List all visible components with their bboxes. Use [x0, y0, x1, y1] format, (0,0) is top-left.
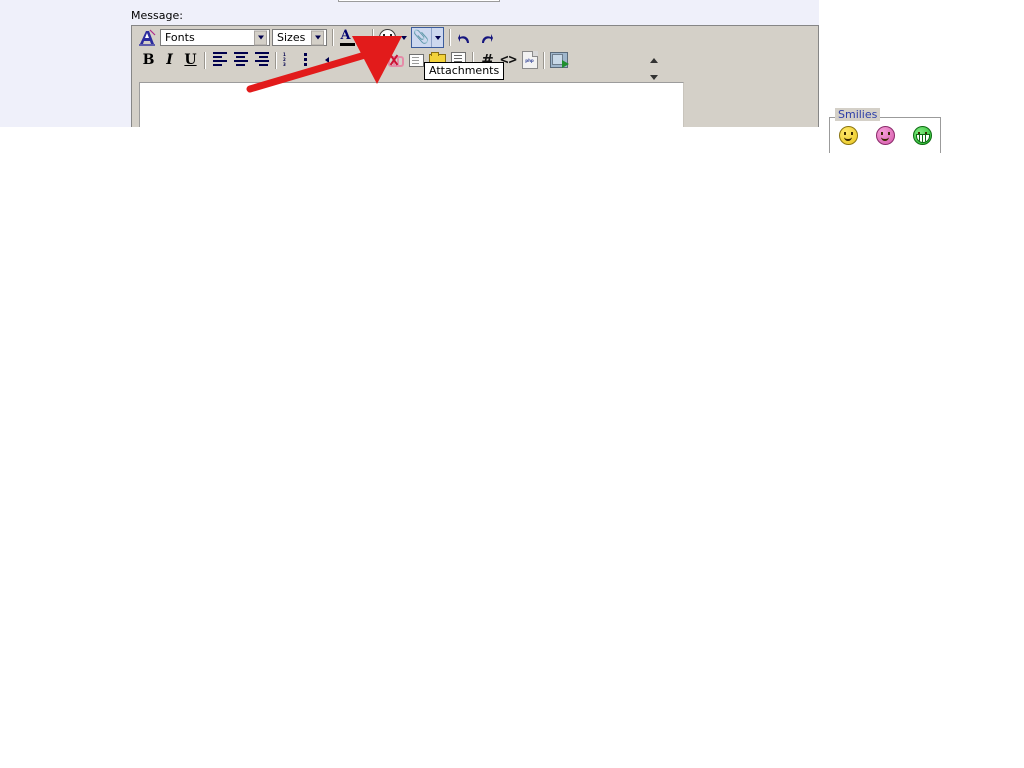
- remove-link-button[interactable]: [385, 50, 406, 70]
- align-right-icon: [254, 52, 269, 68]
- insert-link-button[interactable]: [364, 50, 385, 71]
- image-icon: [549, 52, 569, 68]
- toolbar-separator: [275, 51, 277, 69]
- align-center-icon: [233, 52, 248, 68]
- undo-icon: [457, 33, 469, 43]
- underline-button[interactable]: U: [180, 50, 201, 70]
- align-center-button[interactable]: [230, 50, 251, 70]
- smilies-list: [839, 126, 932, 145]
- align-left-icon: [212, 52, 227, 68]
- bold-label: B: [142, 52, 155, 68]
- above-field-input[interactable]: [338, 0, 500, 2]
- bold-button[interactable]: B: [138, 50, 159, 70]
- smiley-happy-button[interactable]: [839, 126, 858, 145]
- font-size-value: Sizes: [277, 31, 306, 44]
- resize-spinner[interactable]: [648, 58, 660, 80]
- paperclip-icon[interactable]: 📎: [412, 28, 431, 47]
- outdent-button[interactable]: [322, 50, 343, 70]
- globe-link-icon: [366, 52, 383, 71]
- php-document-icon: php: [521, 51, 538, 69]
- font-family-value: Fonts: [165, 31, 195, 44]
- chevron-down-icon[interactable]: [254, 30, 267, 45]
- unordered-list-icon: [304, 53, 319, 67]
- italic-label: I: [166, 52, 173, 68]
- insert-image-button[interactable]: [548, 50, 569, 70]
- attachments-group[interactable]: 📎: [411, 27, 444, 48]
- redo-button[interactable]: [475, 28, 496, 48]
- screenshot-root: Message: Fonts Sizes A 📎 B I U 1 2 3 # <…: [0, 0, 1024, 768]
- smiley-grin-button[interactable]: [913, 126, 932, 145]
- indent-button[interactable]: [343, 50, 364, 70]
- toolbar-separator: [449, 29, 451, 46]
- font-color-button[interactable]: A: [337, 28, 358, 48]
- redo-icon: [481, 33, 493, 43]
- outdent-icon: [325, 53, 340, 67]
- smilies-legend: Smilies: [835, 108, 881, 121]
- align-left-button[interactable]: [209, 50, 230, 70]
- font-color-dropdown[interactable]: [358, 28, 369, 48]
- toolbar-separator: [332, 29, 334, 46]
- chevron-down-icon[interactable]: [311, 30, 324, 45]
- chevron-up-icon[interactable]: [650, 58, 658, 63]
- align-right-button[interactable]: [251, 50, 272, 70]
- toolbar-separator: [543, 51, 545, 69]
- attachments-tooltip: Attachments: [424, 62, 505, 80]
- attachments-dropdown[interactable]: [432, 28, 443, 48]
- font-color-letter: A: [340, 27, 351, 43]
- page-icon: [409, 53, 424, 67]
- emoticon-dropdown[interactable]: [398, 28, 409, 48]
- message-editor-body[interactable]: [139, 82, 684, 127]
- indent-icon: [346, 53, 361, 67]
- editor-logo-icon: [138, 29, 156, 47]
- emoticon-button[interactable]: [377, 28, 398, 48]
- toolbar-row-1: Fonts Sizes A 📎: [132, 26, 818, 49]
- ordered-list-icon: 1 2 3: [283, 52, 286, 67]
- smiley-icon: [379, 29, 396, 46]
- font-size-select[interactable]: Sizes: [272, 29, 327, 46]
- unordered-list-button[interactable]: [301, 50, 322, 70]
- undo-button[interactable]: [454, 28, 475, 48]
- ordered-list-button[interactable]: 1 2 3: [280, 50, 301, 70]
- italic-button[interactable]: I: [159, 50, 180, 70]
- unlink-icon: [387, 54, 404, 67]
- font-family-select[interactable]: Fonts: [160, 29, 270, 46]
- toolbar-separator: [204, 51, 206, 69]
- php-button[interactable]: php: [519, 50, 540, 70]
- toolbar-separator: [372, 29, 374, 46]
- font-color-icon: A: [339, 27, 356, 47]
- message-label: Message:: [131, 9, 183, 22]
- underline-label: U: [184, 52, 197, 68]
- smiley-blush-button[interactable]: [876, 126, 895, 145]
- chevron-down-icon[interactable]: [650, 75, 658, 80]
